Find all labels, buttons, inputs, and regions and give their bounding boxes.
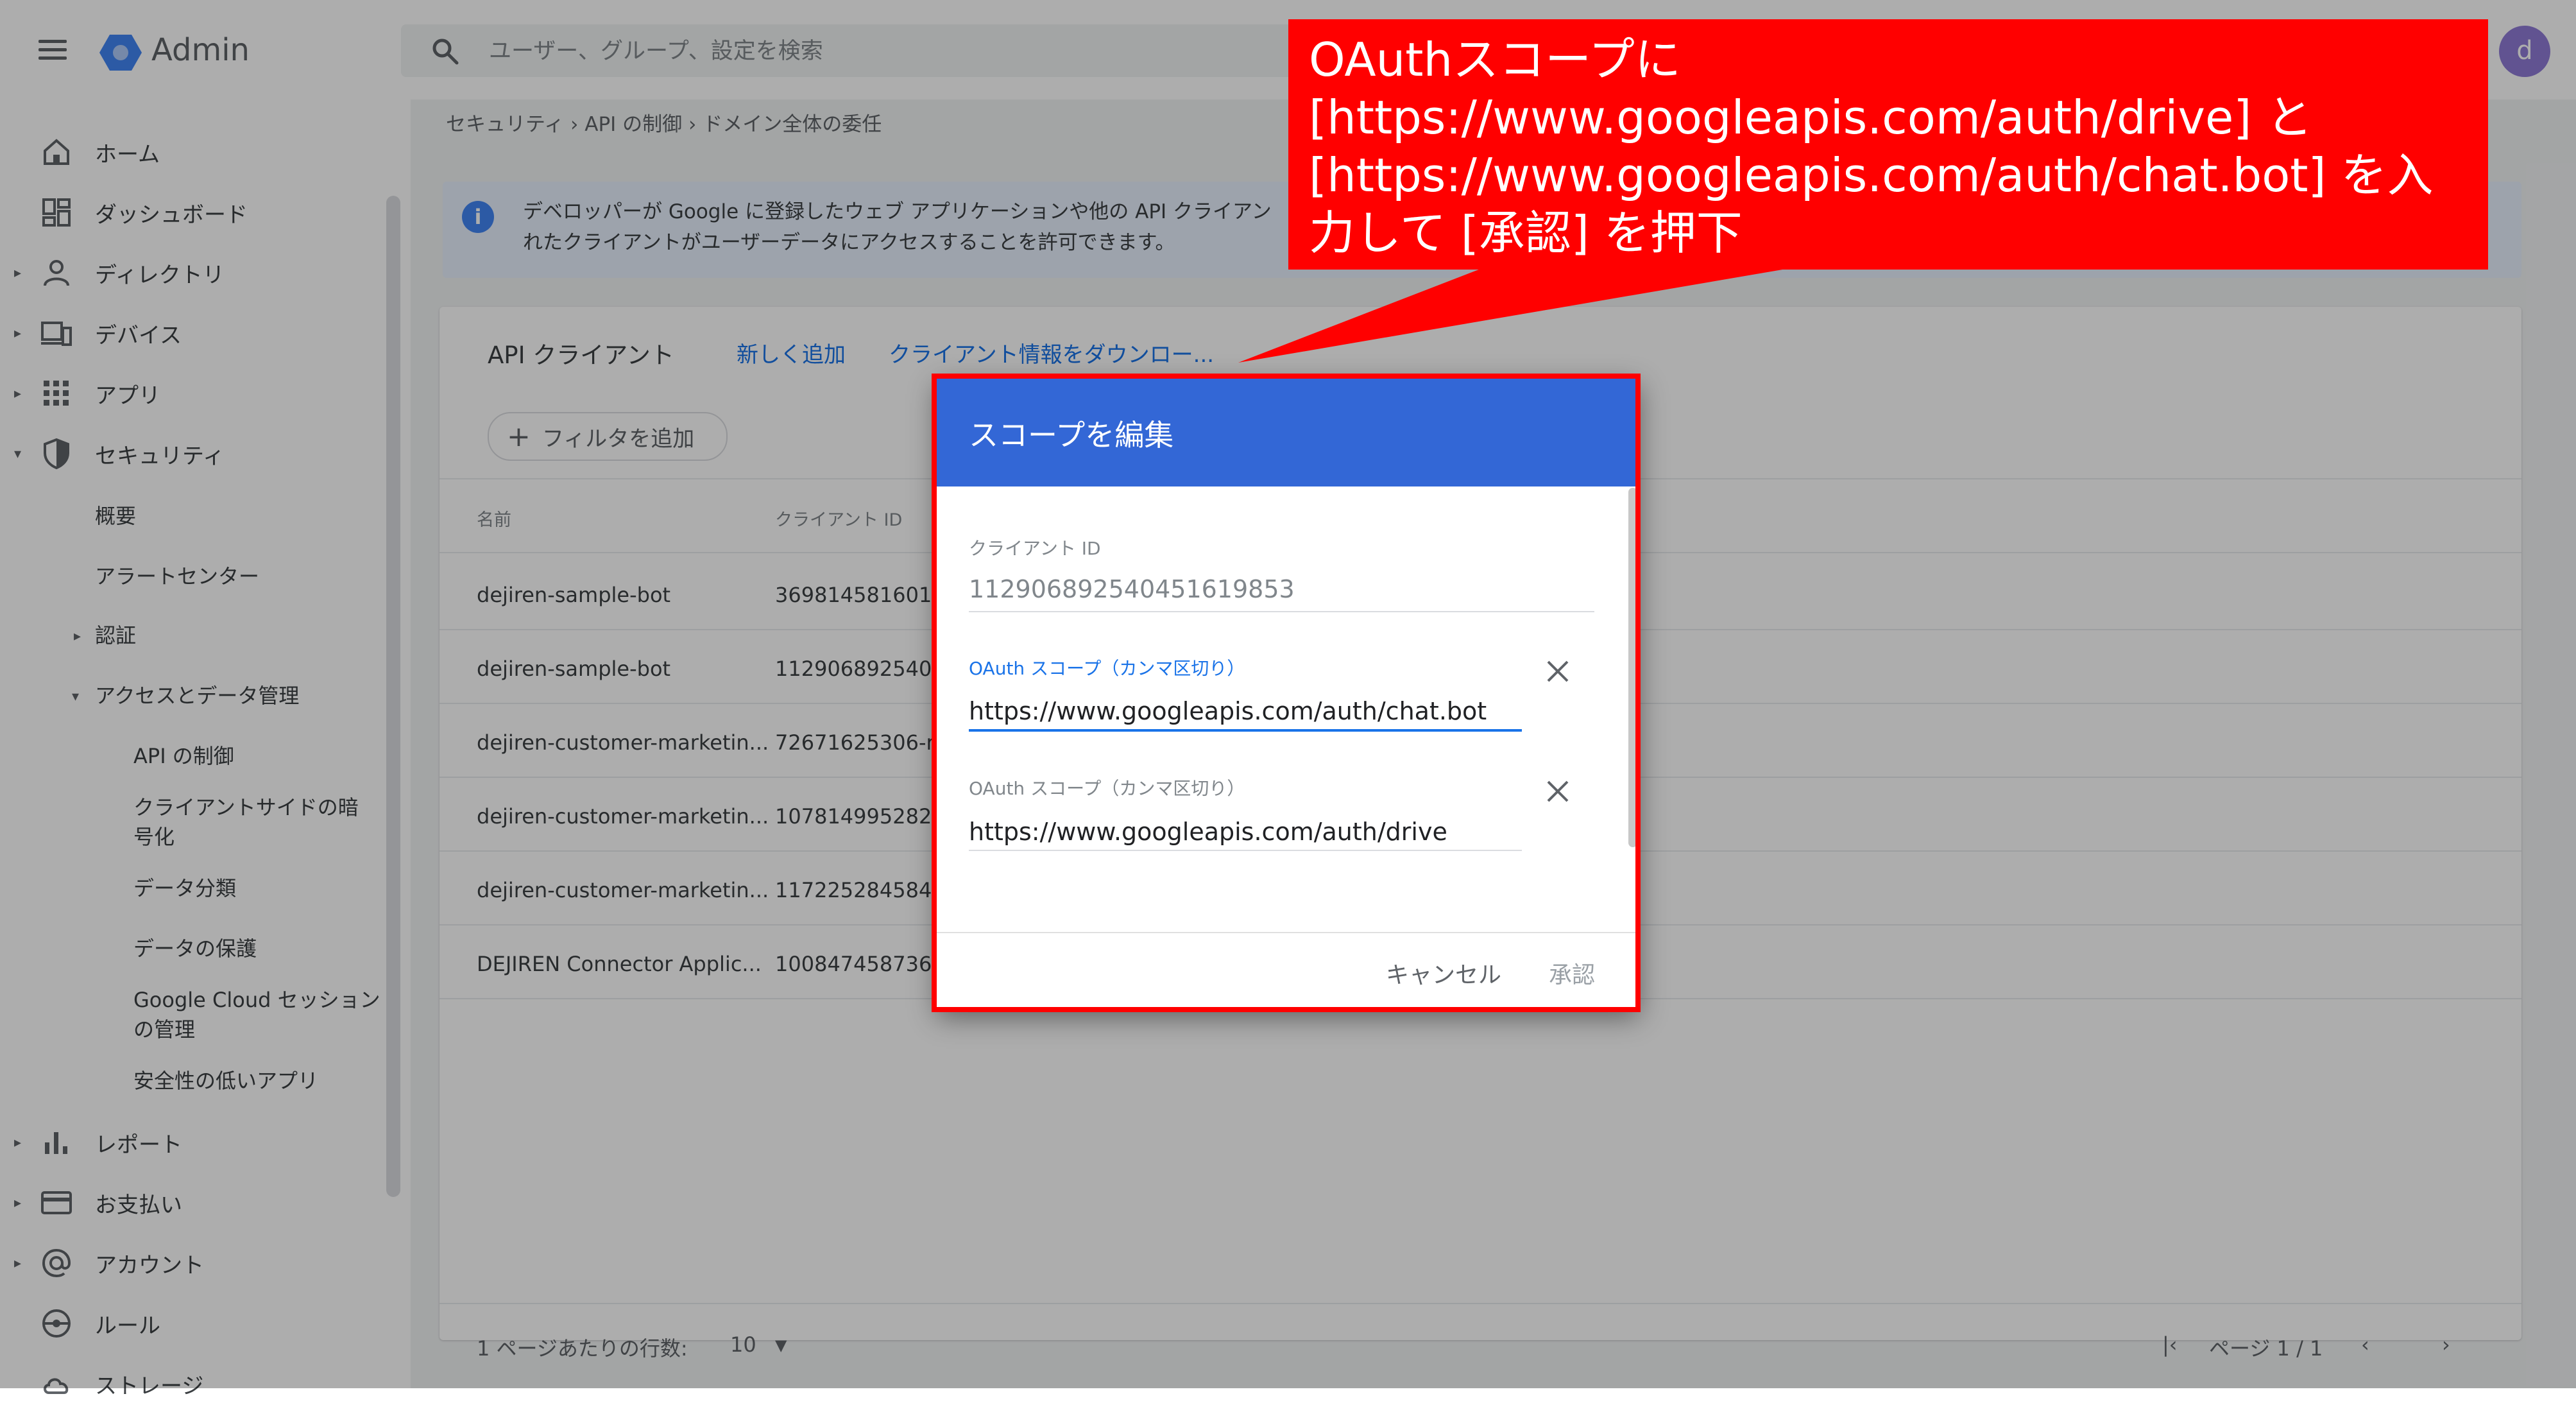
- annotation-text: OAuthスコープに [https://www.googleapis.com/a…: [1309, 31, 2477, 262]
- annotation-line: [https://www.googleapis.com/auth/drive] …: [1309, 90, 2313, 144]
- annotation-highlight-box: [932, 374, 1641, 1012]
- annotation-line: 力して [承認] を押下: [1309, 206, 1743, 260]
- annotation-line: [https://www.googleapis.com/auth/chat.bo…: [1309, 148, 2434, 202]
- annotation-line: OAuthスコープに: [1309, 33, 1681, 87]
